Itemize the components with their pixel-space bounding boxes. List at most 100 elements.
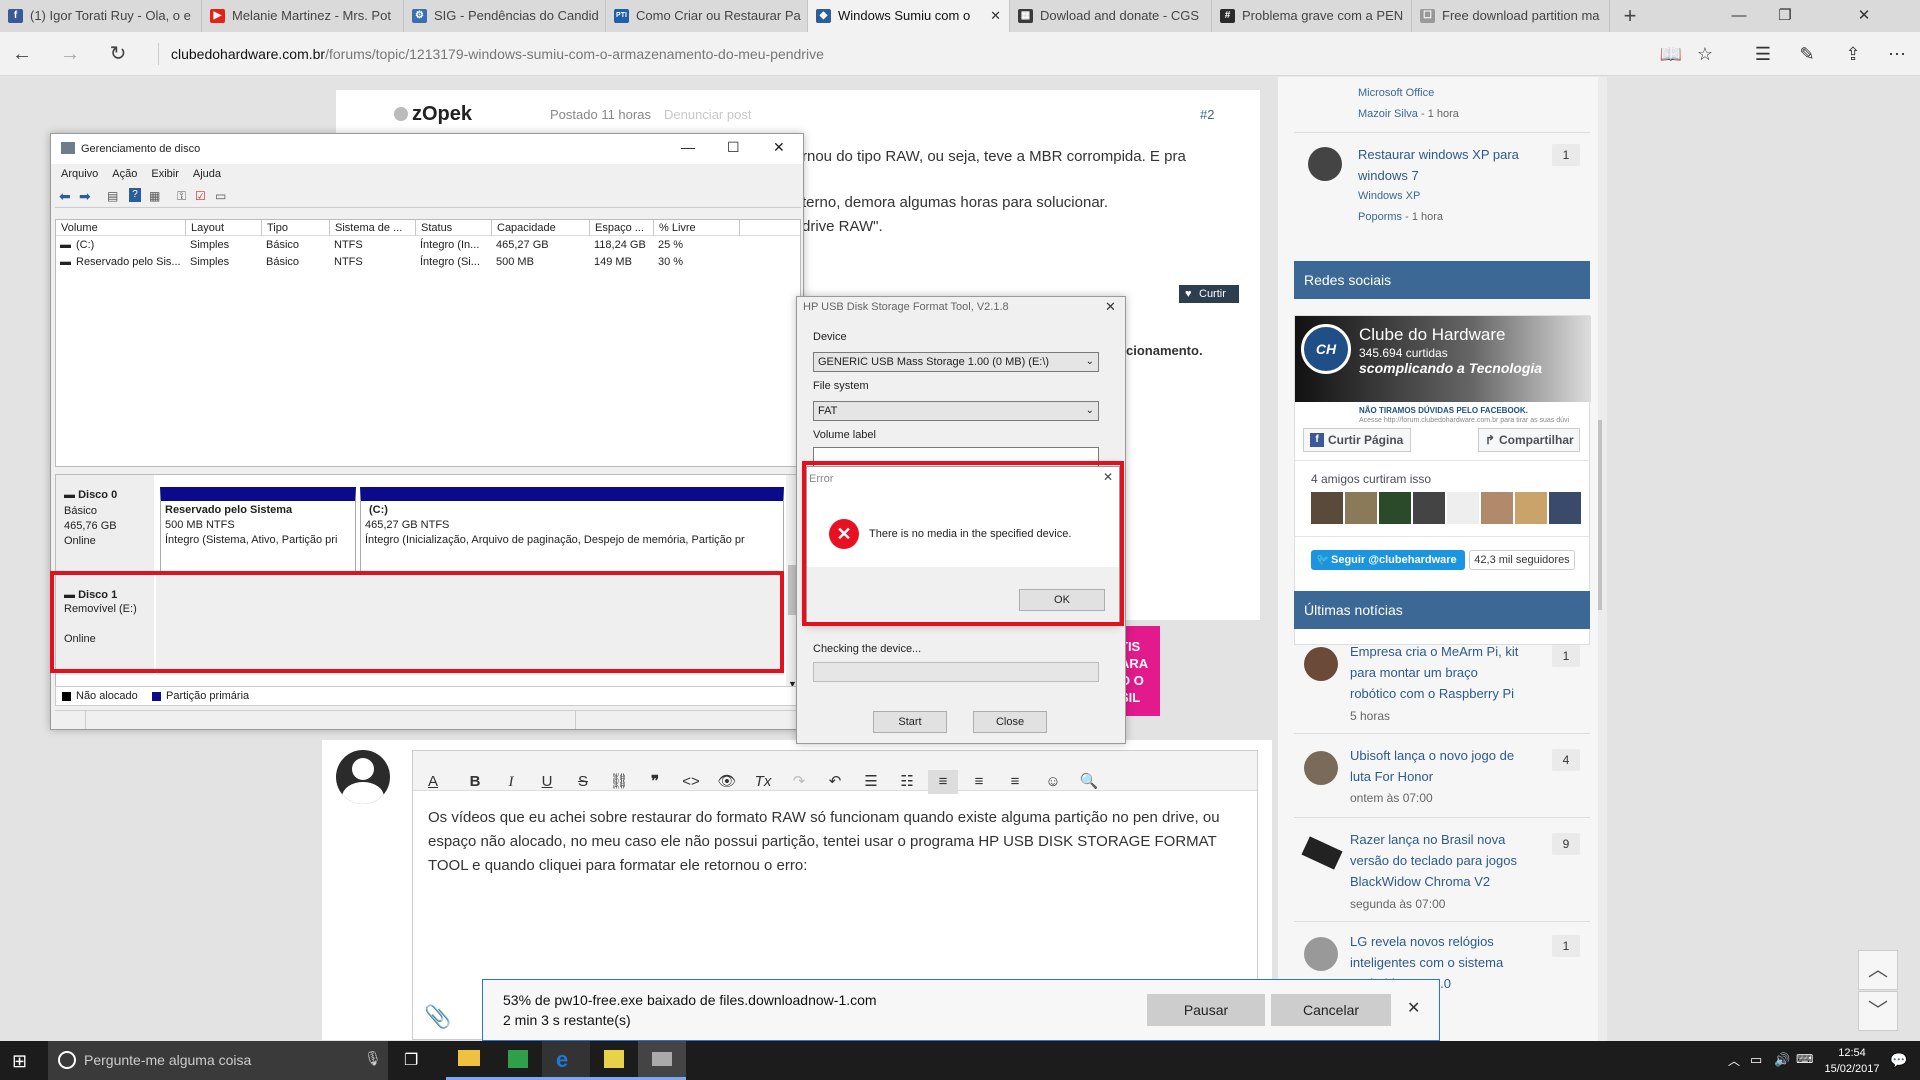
favorite-star-icon[interactable]: ☆: [1690, 40, 1720, 68]
twitter-follow-button[interactable]: 🐦 Seguir @clubehardware: [1311, 550, 1465, 570]
tab-windows-sumiu[interactable]: ◆ Windows Sumiu com o ✕: [808, 0, 1010, 32]
app-icon[interactable]: [590, 1041, 638, 1080]
bullet-list-icon[interactable]: ☰: [856, 770, 886, 794]
post-author[interactable]: zOpek: [412, 103, 472, 126]
col-tipo[interactable]: Tipo: [262, 220, 330, 236]
friend-avatar[interactable]: [1413, 492, 1445, 524]
start-button[interactable]: Start: [873, 711, 947, 733]
tab-pti[interactable]: PTI Como Criar ou Restaurar Pa: [606, 0, 808, 32]
like-button[interactable]: ♥ Curtir: [1179, 285, 1239, 303]
windows-start-icon[interactable]: ⊞: [12, 1051, 27, 1072]
news-link[interactable]: Empresa cria o MeArm Pi, kit para montar …: [1350, 641, 1518, 704]
link-icon[interactable]: ⛓: [604, 770, 634, 794]
new-tab-button[interactable]: +: [1610, 0, 1650, 32]
clear-format-icon[interactable]: Tx: [748, 770, 778, 794]
report-post-link[interactable]: Denunciar post: [664, 107, 751, 122]
facebook-share-button[interactable]: ↱ Compartilhar: [1478, 428, 1580, 452]
code-icon[interactable]: <>: [676, 770, 706, 794]
disk-tool-icon[interactable]: [638, 1041, 686, 1080]
close-button[interactable]: ✕: [773, 139, 785, 156]
tab-partition[interactable]: ☐ Free download partition ma: [1412, 0, 1610, 32]
maximize-button[interactable]: ☐: [727, 139, 740, 156]
topic-tag[interactable]: Windows XP: [1358, 190, 1420, 202]
tray-chevron-icon[interactable]: ︿: [1728, 1052, 1740, 1069]
partition-reserved[interactable]: Reservado pelo Sistema 500 MB NTFS Ínteg…: [160, 487, 356, 573]
console-tree-icon[interactable]: ▤: [107, 189, 118, 203]
numbered-list-icon[interactable]: ☷: [892, 770, 922, 794]
scroll-top-button[interactable]: ︿: [1858, 950, 1898, 990]
col-layout[interactable]: Layout: [186, 220, 262, 236]
store-icon[interactable]: [494, 1041, 542, 1080]
preview-icon[interactable]: 🔍: [1074, 770, 1104, 794]
align-right-icon[interactable]: ≡: [1000, 770, 1030, 794]
menu-acao[interactable]: Ação: [112, 168, 137, 180]
col-espaco[interactable]: Espaço ...: [590, 220, 654, 236]
volume-icon[interactable]: 🔊: [1774, 1052, 1790, 1068]
refresh-button[interactable]: ↻: [104, 40, 132, 68]
partition-c[interactable]: (C:) 465,27 GB NTFS Íntegro (Inicializaç…: [360, 487, 784, 573]
scroll-bottom-button[interactable]: ﹀: [1858, 991, 1898, 1031]
col-sistema[interactable]: Sistema de ...: [330, 220, 416, 236]
friend-avatar[interactable]: [1379, 492, 1411, 524]
spoiler-eye-icon[interactable]: 👁: [712, 770, 742, 794]
italic-icon[interactable]: I: [496, 770, 526, 794]
news-thumbnail[interactable]: [1304, 937, 1338, 971]
disk0-info[interactable]: ▬ Disco 0 Básico 465,76 GB Online: [56, 475, 154, 575]
language-icon[interactable]: ⌨: [1796, 1052, 1813, 1066]
menu-arquivo[interactable]: Arquivo: [61, 168, 98, 180]
strikethrough-icon[interactable]: S: [568, 770, 598, 794]
checklist-icon[interactable]: ☑: [195, 189, 206, 203]
share-icon[interactable]: ⇪: [1838, 40, 1868, 68]
attach-paperclip-icon[interactable]: 📎: [424, 1004, 451, 1030]
editor-content[interactable]: Os vídeos que eu achei sobre restaurar d…: [428, 806, 1228, 878]
news-thumbnail[interactable]: [1304, 647, 1338, 681]
tab-problema[interactable]: # Problema grave com a PEN: [1212, 0, 1412, 32]
tab-facebook[interactable]: f (1) Igor Torati Ruy - Ola, o e: [0, 0, 202, 32]
news-thumbnail[interactable]: [1304, 751, 1338, 785]
cancel-button[interactable]: Cancelar: [1271, 994, 1391, 1026]
align-center-icon[interactable]: ≡: [964, 770, 994, 794]
news-thumbnail[interactable]: [1301, 836, 1343, 870]
col-volume[interactable]: Volume: [56, 220, 186, 236]
post-number[interactable]: #2: [1200, 107, 1214, 122]
network-icon[interactable]: ▭: [1750, 1052, 1762, 1068]
emoji-icon[interactable]: ☺: [1038, 770, 1068, 794]
undo-icon[interactable]: ↶: [820, 770, 850, 794]
user-avatar[interactable]: [1308, 147, 1342, 181]
pause-button[interactable]: Pausar: [1147, 994, 1265, 1026]
properties-icon[interactable]: ▦: [149, 189, 160, 203]
align-left-icon[interactable]: ≡: [928, 770, 958, 794]
table-row[interactable]: ▬ Reservado pelo Sis... Simples Básico N…: [56, 254, 800, 270]
close-button[interactable]: ✕: [1105, 299, 1116, 315]
friend-avatar[interactable]: [1345, 492, 1377, 524]
news-link[interactable]: Ubisoft lança o novo jogo de luta For Hon…: [1350, 745, 1514, 787]
friend-avatar[interactable]: [1515, 492, 1547, 524]
news-link[interactable]: Razer lança no Brasil nova versão do tecl…: [1350, 829, 1517, 892]
col-status[interactable]: Status: [416, 220, 492, 236]
bold-icon[interactable]: B: [460, 770, 490, 794]
connect-icon[interactable]: ⚿: [177, 189, 186, 204]
file-system-dropdown[interactable]: FAT ⌄: [813, 401, 1099, 421]
friend-avatar[interactable]: [1481, 492, 1513, 524]
table-row[interactable]: ▬ (C:) Simples Básico NTFS Íntegro (In..…: [56, 237, 800, 253]
tab-youtube[interactable]: ▶ Melanie Martinez - Mrs. Pot: [202, 0, 404, 32]
menu-ajuda[interactable]: Ajuda: [193, 168, 221, 180]
minimize-button[interactable]: —: [1716, 0, 1762, 32]
page-name[interactable]: Clube do Hardware: [1359, 325, 1505, 345]
quote-icon[interactable]: ❞: [640, 770, 670, 794]
forward-icon[interactable]: ➡: [79, 188, 91, 205]
edge-icon[interactable]: e: [542, 1041, 590, 1080]
reading-view-icon[interactable]: 📖: [1656, 40, 1686, 68]
clock[interactable]: 12:54 15/02/2017: [1822, 1045, 1882, 1077]
back-button[interactable]: ←: [8, 40, 36, 68]
microphone-icon[interactable]: 🎙: [364, 1050, 382, 1067]
font-color-icon[interactable]: A: [418, 770, 448, 794]
topic-link[interactable]: Restaurar windows XP para windows 7: [1358, 144, 1519, 186]
friend-avatar[interactable]: [1447, 492, 1479, 524]
more-icon[interactable]: ⋯: [1882, 40, 1912, 68]
back-icon[interactable]: ⬅: [59, 188, 71, 205]
facebook-like-page-button[interactable]: f Curtir Página: [1303, 428, 1411, 452]
hub-icon[interactable]: ☰: [1748, 40, 1778, 68]
cortana-search-box[interactable]: Pergunte-me alguma coisa 🎙: [48, 1041, 388, 1080]
close-icon[interactable]: ✕: [1407, 998, 1420, 1018]
